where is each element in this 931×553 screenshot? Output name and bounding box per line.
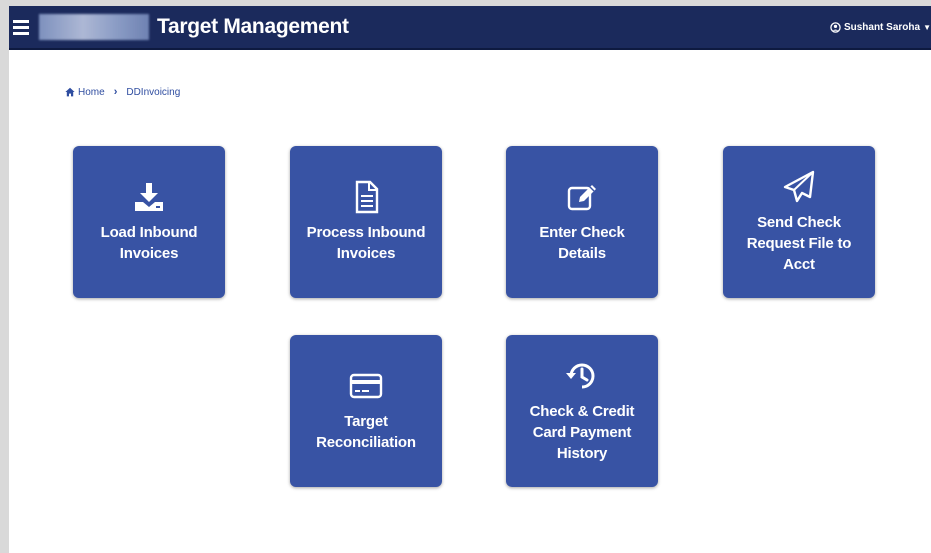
user-name: Sushant Saroha <box>843 21 921 33</box>
tile-load-inbound-invoices[interactable]: Load Inbound Invoices <box>73 146 225 298</box>
tile-enter-check-details[interactable]: Enter Check Details <box>506 146 658 298</box>
tile-send-check-request-file[interactable]: Send Check Request File to Acct <box>723 146 875 298</box>
hamburger-icon[interactable] <box>13 19 29 35</box>
breadcrumb: Home › DDInvoicing <box>65 86 180 98</box>
tile-label: Target Reconciliation <box>316 413 416 451</box>
breadcrumb-home-link[interactable]: Home <box>78 87 105 98</box>
app-title: Target Management <box>157 15 349 38</box>
paper-plane-icon <box>783 170 815 202</box>
tile-label: Enter Check Details <box>539 224 625 262</box>
edit-icon <box>567 185 596 211</box>
tile-target-reconciliation[interactable]: Target Reconciliation <box>290 335 442 487</box>
chevron-right-icon: › <box>113 86 118 98</box>
tile-label: Check & Credit Card Payment History <box>529 402 635 462</box>
document-icon <box>355 180 379 214</box>
home-icon <box>65 87 75 97</box>
tile-label: Process Inbound Invoices <box>306 224 426 262</box>
tile-process-inbound-invoices[interactable]: Process Inbound Invoices <box>290 146 442 298</box>
download-icon <box>135 183 163 211</box>
credit-card-icon <box>349 373 383 399</box>
tile-payment-history[interactable]: Check & Credit Card Payment History <box>506 335 658 487</box>
top-navbar: Target Management Sushant Saroha ▼ <box>9 6 931 50</box>
app-frame: Target Management Sushant Saroha ▼ Home … <box>0 0 931 553</box>
company-logo <box>39 14 149 40</box>
user-menu[interactable]: Sushant Saroha ▼ <box>830 22 931 33</box>
tile-label: Load Inbound Invoices <box>100 224 198 262</box>
user-circle-icon <box>830 21 841 33</box>
chevron-down-icon: ▼ <box>923 22 931 32</box>
history-icon <box>566 363 595 388</box>
tile-label: Send Check Request File to Acct <box>746 213 852 273</box>
breadcrumb-current: DDInvoicing <box>126 86 181 98</box>
